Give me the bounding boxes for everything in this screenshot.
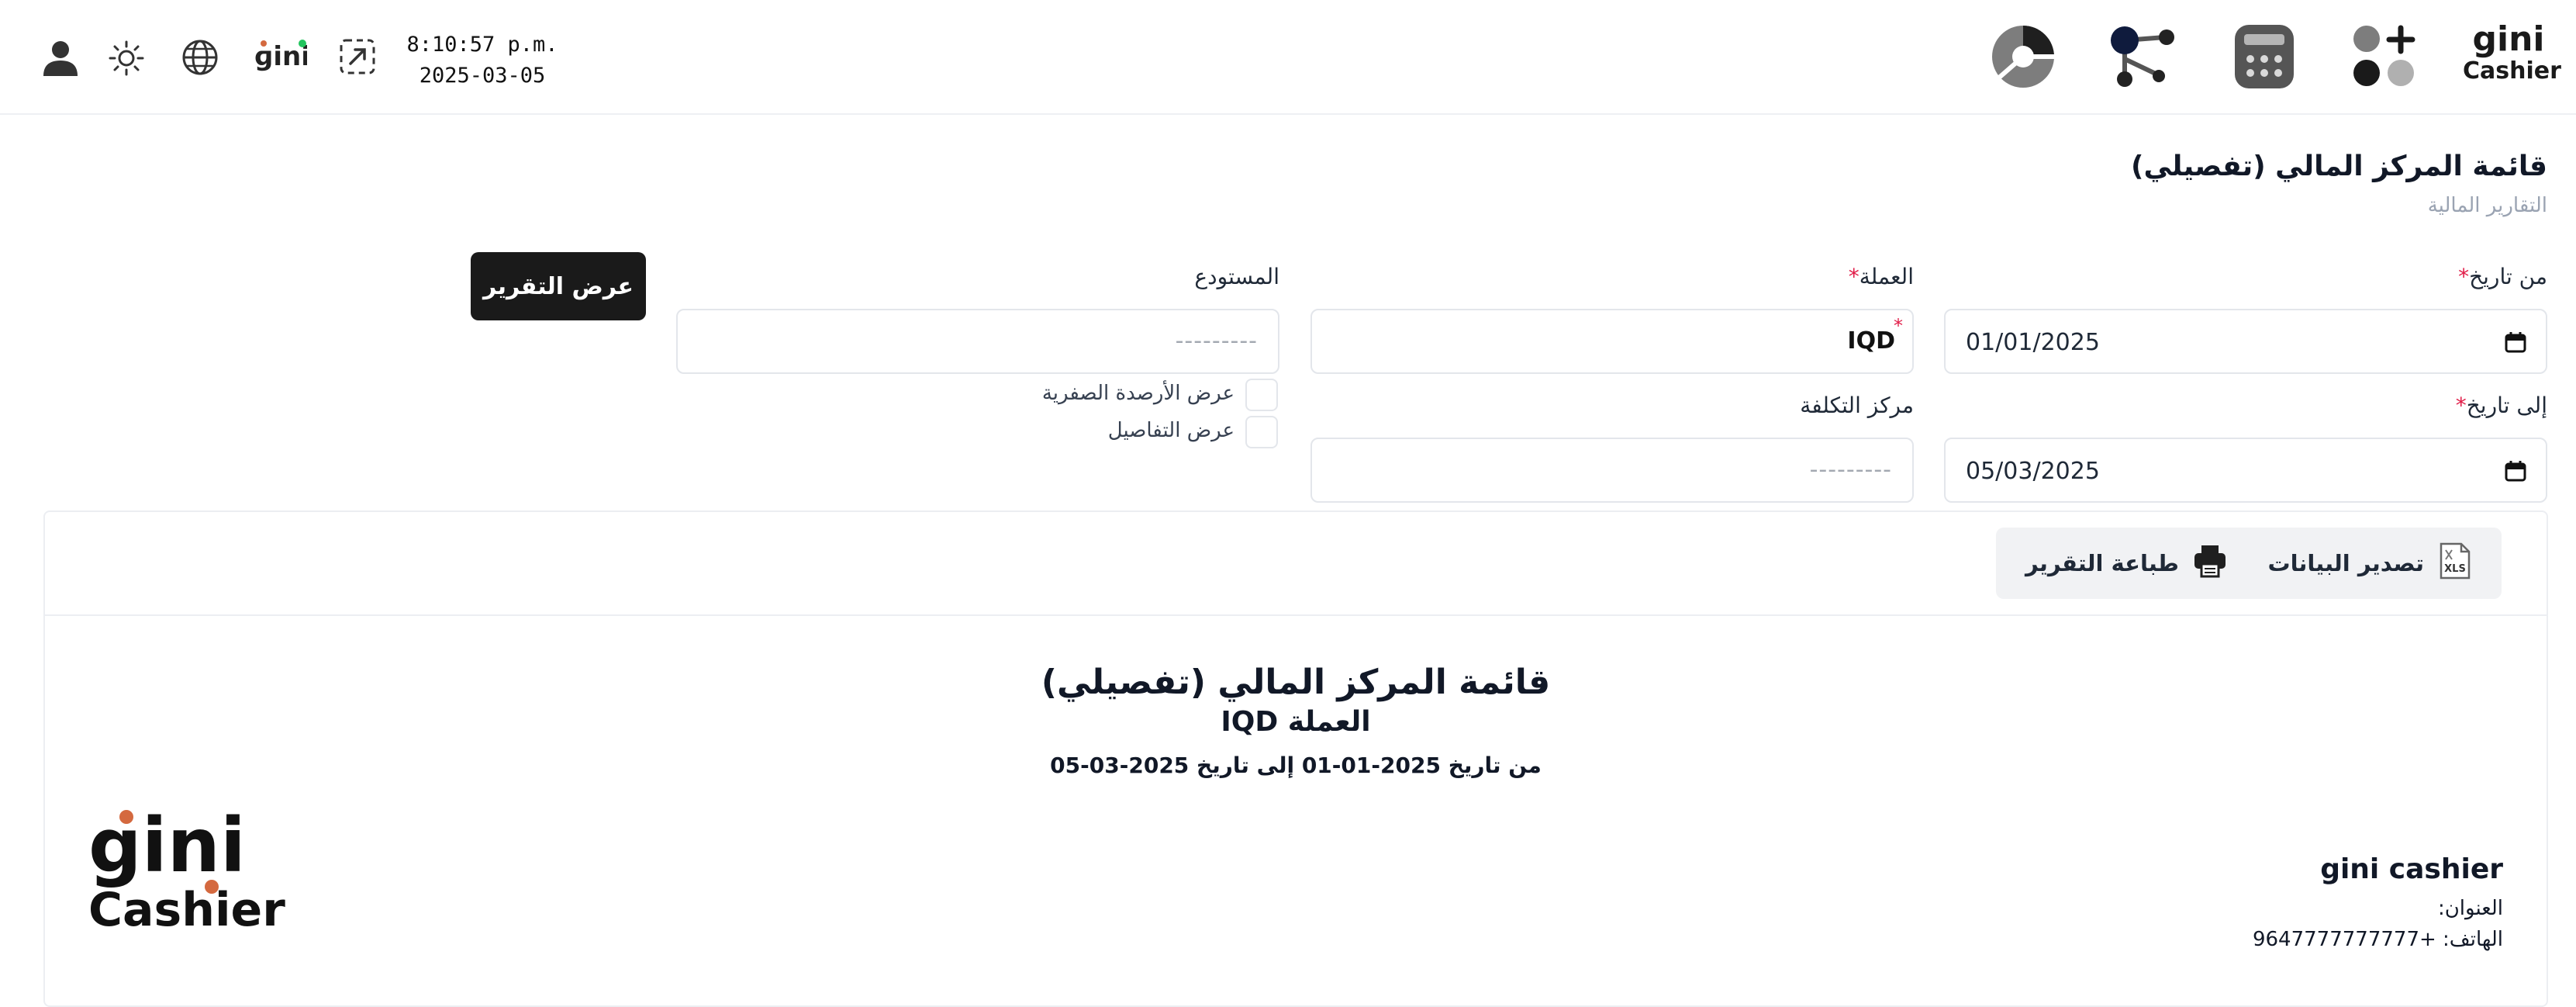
brand-name: gini	[2472, 19, 2545, 59]
top-bar: ɡini 8:10:57 p.m. 2025-03-05 gini Cashie…	[0, 0, 2576, 115]
globe-icon[interactable]	[181, 39, 219, 79]
from-date-input[interactable]: 01/01/2025	[1944, 309, 2547, 374]
report-currency: العملة IQD	[1221, 706, 1371, 738]
language-brand-icon[interactable]: ɡini	[253, 36, 310, 74]
svg-text:XLS: XLS	[2444, 563, 2466, 575]
report-date-range: من تاريخ 2025-01-01 إلى تاريخ 2025-03-05	[1050, 753, 1542, 778]
report-logo-sub: Cashier	[88, 883, 285, 937]
to-date-label: إلى تاريخ*	[2455, 393, 2547, 418]
report-logo-word: gini	[88, 802, 246, 889]
print-report-button[interactable]: طباعة التقرير	[1995, 528, 2257, 599]
reports-chart-icon[interactable]	[1990, 23, 2056, 93]
currency-value: IQD	[1847, 327, 1895, 355]
exit-fullscreen-icon[interactable]	[338, 37, 377, 79]
toolbar-divider	[45, 614, 2547, 616]
report-phone: الهاتف: +9647777777777	[2252, 928, 2503, 951]
report-title: قائمة المركز المالي (تفصيلي)	[1041, 663, 1551, 702]
theme-sun-icon[interactable]	[109, 40, 144, 79]
warehouse-label: المستودع	[1194, 264, 1279, 289]
print-report-label: طباعة التقرير	[2025, 550, 2179, 576]
report-address: العنوان:	[2437, 897, 2503, 920]
xls-file-icon: XLS	[2438, 542, 2472, 585]
clock-date: 2025-03-05	[419, 64, 546, 88]
calendar-icon[interactable]	[2504, 330, 2527, 360]
page-title: قائمة المركز المالي (تفصيلي)	[2131, 151, 2547, 182]
apps-grid-icon[interactable]	[2351, 23, 2418, 93]
zero-balances-checkbox[interactable]	[1245, 379, 1278, 411]
report-card: XLS تصدير البيانات طباعة التقرير قائمة ا…	[43, 510, 2548, 1007]
printer-icon	[2193, 544, 2227, 583]
show-report-button[interactable]: عرض التقرير	[471, 252, 646, 320]
show-details-checkbox[interactable]	[1245, 416, 1278, 448]
cost-center-select[interactable]: ---------	[1310, 438, 1914, 503]
to-date-input[interactable]: 05/03/2025	[1944, 438, 2547, 503]
report-company-name: gini cashier	[2320, 853, 2503, 885]
cost-center-placeholder: ---------	[1809, 456, 1892, 483]
calendar-icon[interactable]	[2504, 459, 2527, 489]
from-date-label: من تاريخ*	[2458, 264, 2547, 289]
user-icon[interactable]	[42, 39, 79, 81]
export-data-button[interactable]: XLS تصدير البيانات	[2238, 528, 2502, 599]
warehouse-select[interactable]: ---------	[676, 309, 1279, 374]
clock-time: 8:10:57 p.m.	[406, 33, 558, 57]
to-date-value: 05/03/2025	[1966, 458, 2100, 485]
export-data-label: تصدير البيانات	[2267, 550, 2424, 576]
calculator-icon[interactable]	[2233, 23, 2295, 93]
clock: 8:10:57 p.m. 2025-03-05	[405, 29, 560, 92]
from-date-value: 01/01/2025	[1966, 329, 2100, 356]
breadcrumb[interactable]: التقارير المالية	[2428, 194, 2547, 217]
report-logo: gini Cashier	[88, 802, 285, 946]
brand-logo[interactable]: gini Cashier	[2463, 19, 2561, 85]
currency-label: العملة*	[1848, 264, 1914, 289]
currency-select[interactable]: * IQD	[1310, 309, 1914, 374]
network-nodes-icon[interactable]	[2108, 23, 2177, 93]
brand-sub: Cashier	[2463, 57, 2561, 85]
logo-dot	[205, 880, 219, 894]
zero-balances-label[interactable]: عرض الأرصدة الصفرية	[1042, 382, 1234, 405]
cost-center-label: مركز التكلفة	[1800, 393, 1914, 418]
show-details-label[interactable]: عرض التفاصيل	[1108, 419, 1234, 442]
logo-dot	[119, 810, 133, 824]
warehouse-placeholder: ---------	[1175, 327, 1258, 355]
